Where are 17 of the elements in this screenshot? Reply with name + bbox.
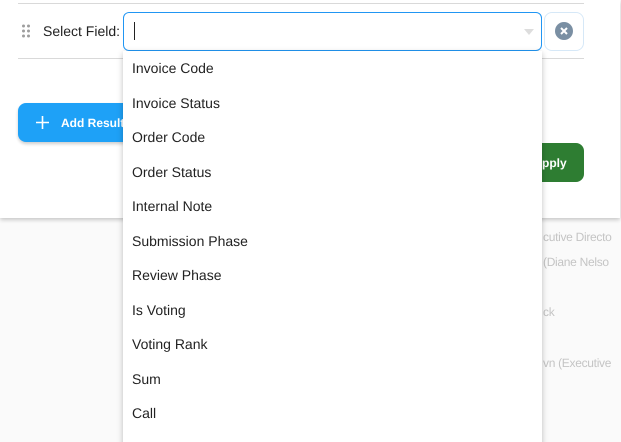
field-label: Select Field: <box>43 23 120 39</box>
select-field[interactable] <box>123 12 542 50</box>
dropdown-option[interactable]: Internal Note <box>123 189 542 224</box>
dropdown-option[interactable]: Order Status <box>123 154 542 189</box>
close-icon <box>555 22 574 40</box>
dropdown-option[interactable]: Sum <box>123 362 542 396</box>
clear-button[interactable] <box>544 12 584 50</box>
dropdown-arrow-icon <box>524 28 534 34</box>
dropdown-option[interactable]: Is Voting <box>123 292 542 327</box>
dropdown-option[interactable]: Submission Phase <box>123 224 542 258</box>
dropdown-option[interactable]: Call <box>123 396 542 430</box>
dropdown-option[interactable]: Voting Rank <box>123 327 542 362</box>
dropdown-option[interactable]: Review Phase <box>123 258 542 292</box>
plus-icon <box>36 116 49 129</box>
dropdown-option[interactable]: Invoice Code <box>123 51 542 86</box>
apply-button[interactable]: pply <box>542 143 584 182</box>
drag-handle-icon[interactable] <box>22 24 30 38</box>
